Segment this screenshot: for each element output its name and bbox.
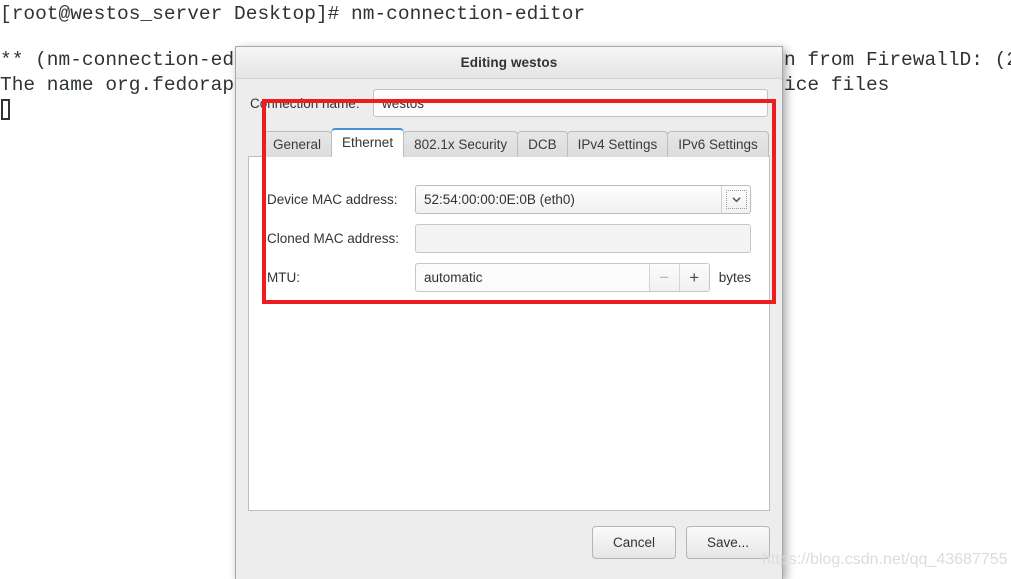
tab-bar: General Ethernet 802.1x Security DCB IPv… bbox=[248, 128, 770, 157]
tab-802-1x-security[interactable]: 802.1x Security bbox=[403, 131, 519, 157]
mtu-row: MTU: automatic − + bytes bbox=[267, 263, 751, 292]
save-button[interactable]: Save... bbox=[686, 525, 770, 559]
tab-dcb[interactable]: DCB bbox=[517, 131, 568, 157]
device-mac-combobox[interactable]: 52:54:00:00:0E:0B (eth0) bbox=[415, 185, 751, 214]
dialog-title: Editing westos bbox=[460, 55, 558, 70]
settings-notebook: General Ethernet 802.1x Security DCB IPv… bbox=[248, 128, 770, 511]
cloned-mac-row: Cloned MAC address: bbox=[267, 224, 751, 253]
connection-name-row: Connection name: bbox=[236, 79, 782, 123]
mtu-increment-button[interactable]: + bbox=[678, 264, 709, 291]
mtu-field-wrap: automatic − + bytes bbox=[415, 263, 751, 292]
cloned-mac-label: Cloned MAC address: bbox=[267, 231, 400, 246]
mtu-spinner[interactable]: automatic − + bbox=[415, 263, 710, 292]
device-mac-field-wrap: 52:54:00:00:0E:0B (eth0) bbox=[415, 185, 751, 214]
ethernet-tab-panel: Device MAC address: 52:54:00:00:0E:0B (e… bbox=[248, 156, 770, 511]
device-mac-row: Device MAC address: 52:54:00:00:0E:0B (e… bbox=[267, 185, 751, 214]
terminal-line-prompt: [root@westos_server Desktop]# nm-connect… bbox=[0, 3, 586, 25]
mtu-value: automatic bbox=[424, 270, 483, 285]
tab-ipv6-settings[interactable]: IPv6 Settings bbox=[667, 131, 769, 157]
mtu-decrement-button[interactable]: − bbox=[648, 264, 679, 291]
chevron-down-icon bbox=[732, 197, 740, 203]
mtu-label: MTU: bbox=[267, 270, 300, 285]
mtu-unit-label: bytes bbox=[718, 270, 751, 285]
dialog-titlebar: Editing westos bbox=[236, 47, 782, 79]
device-mac-label: Device MAC address: bbox=[267, 192, 398, 207]
cloned-mac-input[interactable] bbox=[415, 224, 751, 253]
watermark-text: https://blog.csdn.net/qq_43687755 bbox=[762, 551, 1008, 568]
connection-name-label: Connection name: bbox=[250, 95, 360, 111]
tab-ethernet[interactable]: Ethernet bbox=[331, 128, 405, 157]
focus-ring bbox=[725, 190, 747, 209]
device-mac-value: 52:54:00:00:0E:0B (eth0) bbox=[424, 192, 575, 207]
connection-name-input[interactable] bbox=[373, 89, 768, 117]
cancel-button[interactable]: Cancel bbox=[592, 525, 676, 559]
dialog-footer: Cancel Save... bbox=[236, 511, 782, 573]
cloned-mac-field-wrap bbox=[415, 224, 751, 253]
device-mac-dropdown-button[interactable] bbox=[721, 186, 750, 213]
tab-general[interactable]: General bbox=[262, 131, 333, 157]
tab-ipv4-settings[interactable]: IPv4 Settings bbox=[566, 131, 669, 157]
editing-westos-dialog: Editing westos Connection name: General … bbox=[235, 46, 783, 579]
terminal-cursor bbox=[1, 99, 10, 120]
